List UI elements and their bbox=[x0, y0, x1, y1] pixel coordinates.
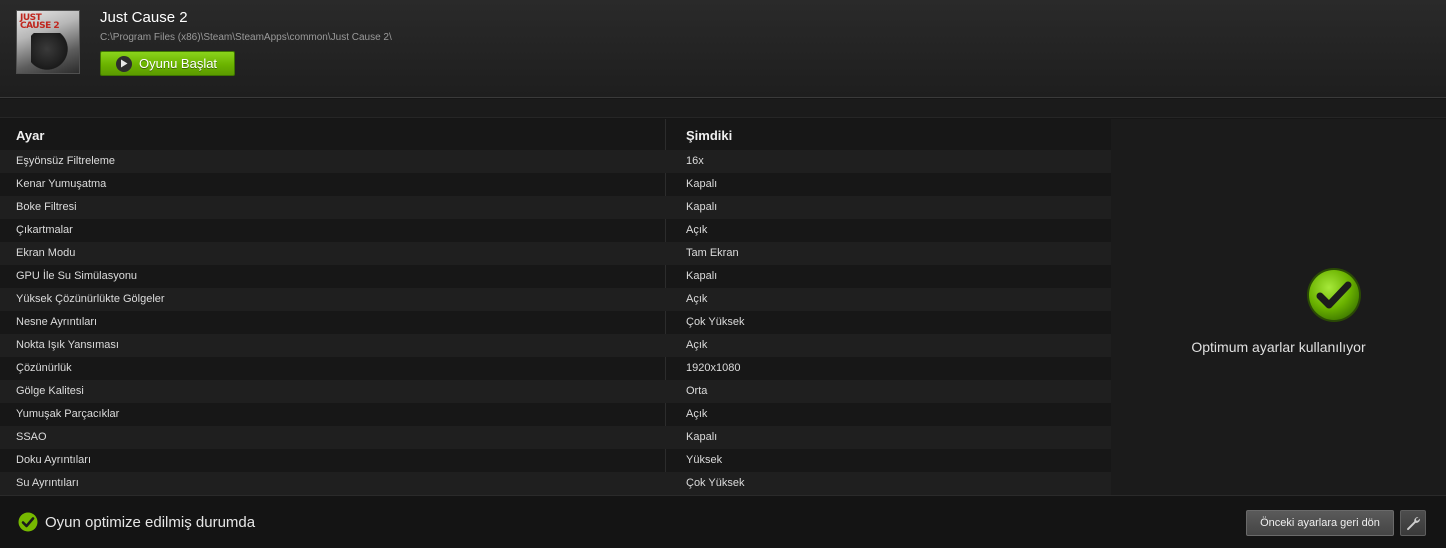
setting-value: 16x bbox=[686, 155, 704, 167]
setting-value: Çok Yüksek bbox=[686, 477, 745, 489]
table-row: Çözünürlük 1920x1080 bbox=[0, 357, 1111, 380]
optimal-settings-message: Optimum ayarlar kullanılıyor bbox=[1111, 339, 1446, 355]
setting-name: Yumuşak Parçacıklar bbox=[16, 408, 120, 420]
setting-name: GPU İle Su Simülasyonu bbox=[16, 270, 138, 282]
setting-name: Çözünürlük bbox=[16, 362, 72, 374]
setting-name: Çıkartmalar bbox=[16, 224, 73, 236]
play-icon bbox=[116, 55, 132, 72]
setting-value: Çok Yüksek bbox=[686, 316, 745, 328]
game-title: Just Cause 2 bbox=[100, 9, 188, 26]
table-row: Eşyönsüz Filtreleme 16x bbox=[0, 150, 1111, 173]
setting-value: Kapalı bbox=[686, 431, 718, 443]
setting-value: Yüksek bbox=[686, 454, 723, 466]
table-row: Doku Ayrıntıları Yüksek bbox=[0, 449, 1111, 472]
optimal-settings-label: Optimum ayarlar kullanılıyor bbox=[1191, 339, 1366, 355]
setting-value: Kapalı bbox=[686, 201, 718, 213]
table-row: Su Ayrıntıları Çok Yüksek bbox=[0, 472, 1111, 495]
setting-value: Açık bbox=[686, 293, 708, 305]
setting-value: 1920x1080 bbox=[686, 362, 741, 374]
checkmark-circle-icon bbox=[18, 512, 38, 532]
setting-name: Doku Ayrıntıları bbox=[16, 454, 91, 466]
setting-name: SSAO bbox=[16, 431, 47, 443]
setting-value: Tam Ekran bbox=[686, 247, 739, 259]
setting-value: Orta bbox=[686, 385, 708, 397]
launch-game-label: Oyunu Başlat bbox=[139, 56, 218, 71]
setting-name: Su Ayrıntıları bbox=[16, 477, 79, 489]
launch-game-button[interactable]: Oyunu Başlat bbox=[100, 51, 235, 76]
setting-name: Boke Filtresi bbox=[16, 201, 77, 213]
footer-bar: Oyun optimize edilmiş durumda Önceki aya… bbox=[0, 495, 1446, 548]
table-row: Kenar Yumuşatma Kapalı bbox=[0, 173, 1111, 196]
column-header-current: Şimdiki bbox=[686, 128, 733, 143]
setting-value: Açık bbox=[686, 339, 708, 351]
cover-figure bbox=[31, 33, 71, 73]
column-header-setting: Ayar bbox=[16, 128, 45, 143]
table-body: Eşyönsüz Filtreleme 16x Kenar Yumuşatma … bbox=[0, 150, 1111, 495]
checkmark-circle-icon bbox=[1307, 268, 1361, 322]
custom-settings-button[interactable] bbox=[1400, 510, 1426, 536]
table-header: Ayar Şimdiki bbox=[0, 119, 1111, 150]
table-row: GPU İle Su Simülasyonu Kapalı bbox=[0, 265, 1111, 288]
wrench-icon bbox=[1407, 517, 1420, 531]
game-header: JUST CAUSE 2 Just Cause 2 C:\Program Fil… bbox=[0, 0, 1446, 98]
revert-settings-button[interactable]: Önceki ayarlara geri dön bbox=[1246, 510, 1394, 536]
setting-value: Açık bbox=[686, 408, 708, 420]
table-row: Nesne Ayrıntıları Çok Yüksek bbox=[0, 311, 1111, 334]
game-cover-image: JUST CAUSE 2 bbox=[16, 10, 80, 74]
table-row: Nokta Işık Yansıması Açık bbox=[0, 334, 1111, 357]
optimization-status-text: Oyun optimize edilmiş durumda bbox=[45, 514, 256, 531]
setting-value: Açık bbox=[686, 224, 708, 236]
cover-logo-line2: CAUSE 2 bbox=[20, 21, 60, 31]
game-install-path: C:\Program Files (x86)\Steam\SteamApps\c… bbox=[100, 32, 392, 43]
settings-table: Ayar Şimdiki Eşyönsüz Filtreleme 16x Ken… bbox=[0, 119, 1111, 495]
setting-name: Yüksek Çözünürlükte Gölgeler bbox=[16, 293, 165, 305]
setting-name: Nokta Işık Yansıması bbox=[16, 339, 119, 351]
setting-name: Ekran Modu bbox=[16, 247, 76, 259]
header-separator bbox=[0, 99, 1446, 118]
setting-value: Kapalı bbox=[686, 178, 718, 190]
table-row: SSAO Kapalı bbox=[0, 426, 1111, 449]
optimization-status-panel: Optimum ayarlar kullanılıyor bbox=[1111, 119, 1446, 495]
setting-name: Kenar Yumuşatma bbox=[16, 178, 107, 190]
cover-logo: JUST CAUSE 2 bbox=[20, 14, 60, 31]
table-row: Yumuşak Parçacıklar Açık bbox=[0, 403, 1111, 426]
table-row: Gölge Kalitesi Orta bbox=[0, 380, 1111, 403]
setting-name: Nesne Ayrıntıları bbox=[16, 316, 98, 328]
table-row: Çıkartmalar Açık bbox=[0, 219, 1111, 242]
setting-name: Gölge Kalitesi bbox=[16, 385, 84, 397]
table-row: Boke Filtresi Kapalı bbox=[0, 196, 1111, 219]
table-row: Yüksek Çözünürlükte Gölgeler Açık bbox=[0, 288, 1111, 311]
setting-value: Kapalı bbox=[686, 270, 718, 282]
setting-name: Eşyönsüz Filtreleme bbox=[16, 155, 116, 167]
table-row: Ekran Modu Tam Ekran bbox=[0, 242, 1111, 265]
